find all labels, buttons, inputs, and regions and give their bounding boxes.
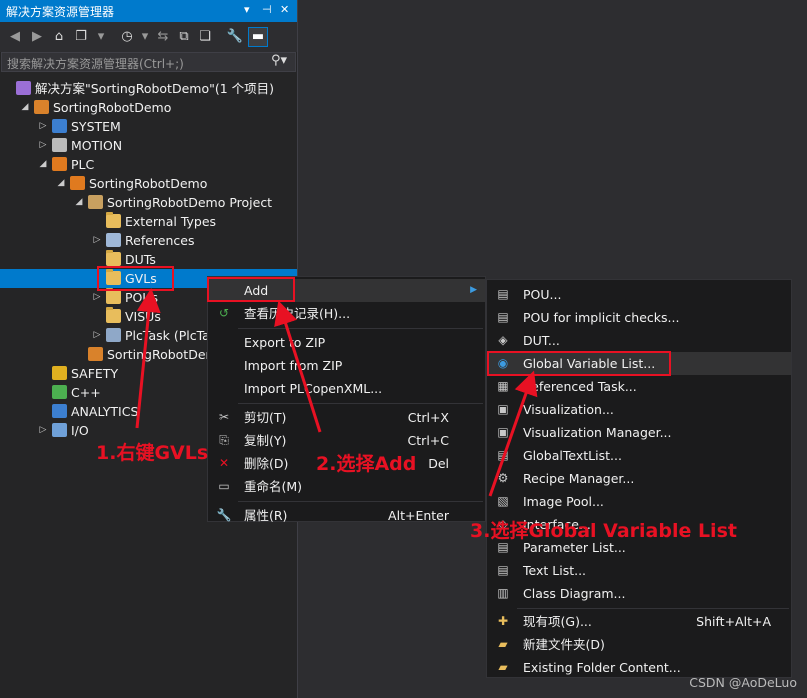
arrow-step2 bbox=[274, 300, 322, 433]
arrow-step3 bbox=[488, 370, 538, 497]
annotation-step1: 1.右键GVLs bbox=[96, 442, 209, 464]
annotation-step2: 2.选择Add bbox=[316, 453, 417, 475]
annotation-step3: 3.选择Global Variable List bbox=[470, 520, 737, 542]
arrow-step1 bbox=[135, 288, 161, 429]
annotation-arrows bbox=[135, 288, 538, 497]
watermark: CSDN @AoDeLuo bbox=[689, 675, 797, 690]
